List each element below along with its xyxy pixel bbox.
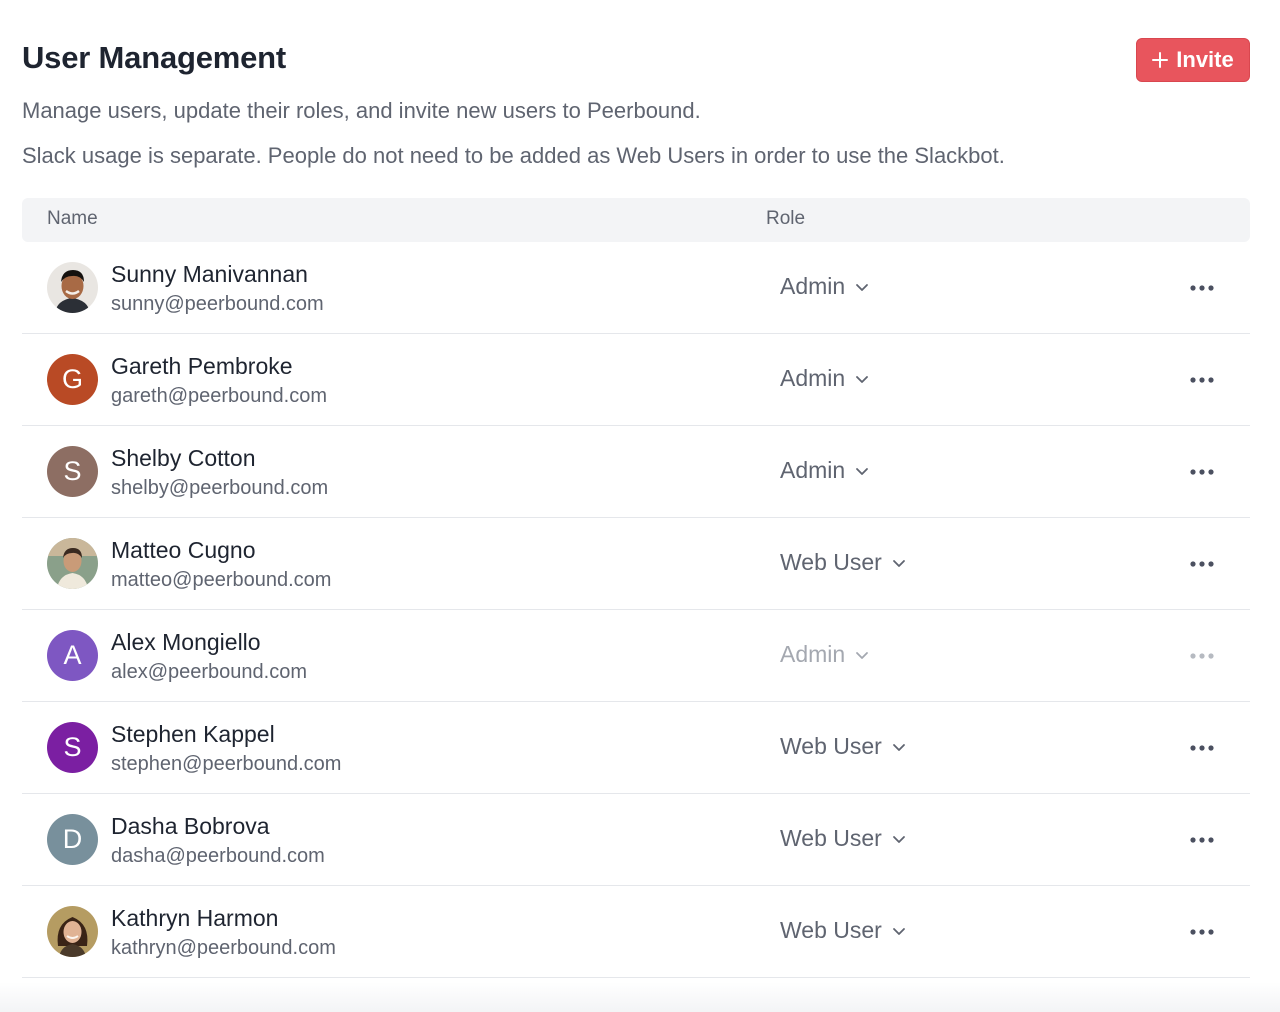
table-row: S Stephen Kappel stephen@peerbound.com Web … bbox=[22, 702, 1250, 794]
person-photo-icon bbox=[47, 538, 98, 589]
role-dropdown[interactable]: Web User bbox=[780, 733, 906, 760]
more-options-button[interactable] bbox=[1182, 274, 1222, 302]
table-row: Kathryn Harmon kathryn@peerbound.com Web U… bbox=[22, 886, 1250, 978]
role-dropdown[interactable]: Web User bbox=[780, 549, 906, 576]
user-email: gareth@peerbound.com bbox=[111, 385, 327, 407]
chevron-down-icon bbox=[892, 835, 905, 843]
user-email: alex@peerbound.com bbox=[111, 661, 307, 683]
more-options-button[interactable] bbox=[1182, 918, 1222, 946]
user-email: kathryn@peerbound.com bbox=[111, 937, 336, 959]
more-options-button[interactable] bbox=[1182, 550, 1222, 578]
invite-button[interactable]: Invite bbox=[1136, 38, 1250, 82]
chevron-down-icon bbox=[856, 651, 869, 659]
avatar: S bbox=[47, 446, 98, 497]
avatar bbox=[47, 906, 98, 957]
role-label: Admin bbox=[780, 273, 846, 299]
table-row: Sunny Manivannan sunny@peerbound.com Admin bbox=[22, 242, 1250, 334]
avatar: S bbox=[47, 722, 98, 773]
more-horizontal-icon bbox=[1190, 285, 1214, 291]
users-table: Name Role Sunny Manivannan sunny@peerboun… bbox=[22, 198, 1250, 978]
avatar bbox=[47, 538, 98, 589]
table-row: D Dasha Bobrova dasha@peerbound.com Web Use… bbox=[22, 794, 1250, 886]
more-horizontal-icon bbox=[1190, 929, 1214, 935]
role-dropdown[interactable]: Admin bbox=[780, 273, 869, 300]
table-row: A Alex Mongiello alex@peerbound.com Admin bbox=[22, 610, 1250, 702]
table-row: Matteo Cugno matteo@peerbound.com Web User bbox=[22, 518, 1250, 610]
table-row: S Shelby Cotton shelby@peerbound.com Admin bbox=[22, 426, 1250, 518]
user-email: sunny@peerbound.com bbox=[111, 293, 324, 315]
more-options-button[interactable] bbox=[1182, 458, 1222, 486]
user-name: Alex Mongiello bbox=[111, 629, 261, 655]
more-horizontal-icon bbox=[1190, 837, 1214, 843]
role-label: Web User bbox=[780, 825, 882, 851]
avatar: D bbox=[47, 814, 98, 865]
more-options-button[interactable] bbox=[1182, 826, 1222, 854]
chevron-down-icon bbox=[892, 927, 905, 935]
role-label: Web User bbox=[780, 917, 882, 943]
user-email: dasha@peerbound.com bbox=[111, 845, 325, 867]
role-label: Admin bbox=[780, 641, 846, 667]
role-dropdown[interactable]: Admin bbox=[780, 457, 869, 484]
page-subtitle: Manage users, update their roles, and in… bbox=[22, 98, 701, 123]
invite-button-label: Invite bbox=[1176, 47, 1234, 72]
role-dropdown: Admin bbox=[780, 641, 869, 668]
avatar: G bbox=[47, 354, 98, 405]
page-header: User Management Invite bbox=[22, 0, 1250, 100]
role-label: Admin bbox=[780, 457, 846, 483]
person-photo-icon bbox=[47, 906, 98, 957]
chevron-down-icon bbox=[856, 467, 869, 475]
page-title: User Management bbox=[22, 40, 287, 75]
chevron-down-icon bbox=[856, 375, 869, 383]
user-email: stephen@peerbound.com bbox=[111, 753, 342, 775]
role-label: Admin bbox=[780, 365, 846, 391]
user-name: Dasha Bobrova bbox=[111, 813, 270, 839]
role-dropdown[interactable]: Web User bbox=[780, 917, 906, 944]
more-horizontal-icon bbox=[1190, 653, 1214, 659]
user-name: Stephen Kappel bbox=[111, 721, 275, 747]
plus-icon bbox=[1152, 52, 1169, 68]
more-options-button[interactable] bbox=[1182, 366, 1222, 394]
role-dropdown[interactable]: Web User bbox=[780, 825, 906, 852]
avatar bbox=[47, 262, 98, 313]
more-horizontal-icon bbox=[1190, 561, 1214, 567]
role-label: Web User bbox=[780, 733, 882, 759]
more-options-button bbox=[1182, 642, 1222, 670]
user-name: Sunny Manivannan bbox=[111, 261, 308, 287]
more-horizontal-icon bbox=[1190, 745, 1214, 751]
chevron-down-icon bbox=[892, 743, 905, 751]
bottom-fade bbox=[0, 982, 1280, 1012]
user-name: Kathryn Harmon bbox=[111, 905, 279, 931]
user-email: shelby@peerbound.com bbox=[111, 477, 329, 499]
avatar: A bbox=[47, 630, 98, 681]
role-dropdown[interactable]: Admin bbox=[780, 365, 869, 392]
column-header-role: Role bbox=[766, 208, 806, 229]
table-header: Name Role bbox=[22, 198, 1250, 242]
role-label: Web User bbox=[780, 549, 882, 575]
chevron-down-icon bbox=[856, 283, 869, 291]
user-name: Shelby Cotton bbox=[111, 445, 256, 471]
user-name: Gareth Pembroke bbox=[111, 353, 293, 379]
chevron-down-icon bbox=[892, 559, 905, 567]
table-row: G Gareth Pembroke gareth@peerbound.com Admi… bbox=[22, 334, 1250, 426]
person-photo-icon bbox=[47, 262, 98, 313]
user-name: Matteo Cugno bbox=[111, 537, 256, 563]
more-options-button[interactable] bbox=[1182, 734, 1222, 762]
more-horizontal-icon bbox=[1190, 469, 1214, 475]
table-body: Sunny Manivannan sunny@peerbound.com Admin… bbox=[22, 242, 1250, 978]
user-email: matteo@peerbound.com bbox=[111, 569, 332, 591]
column-header-name: Name bbox=[47, 208, 98, 229]
slack-usage-note: Slack usage is separate. People do not n… bbox=[22, 143, 1005, 168]
more-horizontal-icon bbox=[1190, 377, 1214, 383]
user-management-page: User Management Invite Manage users, upd… bbox=[22, 0, 1250, 978]
